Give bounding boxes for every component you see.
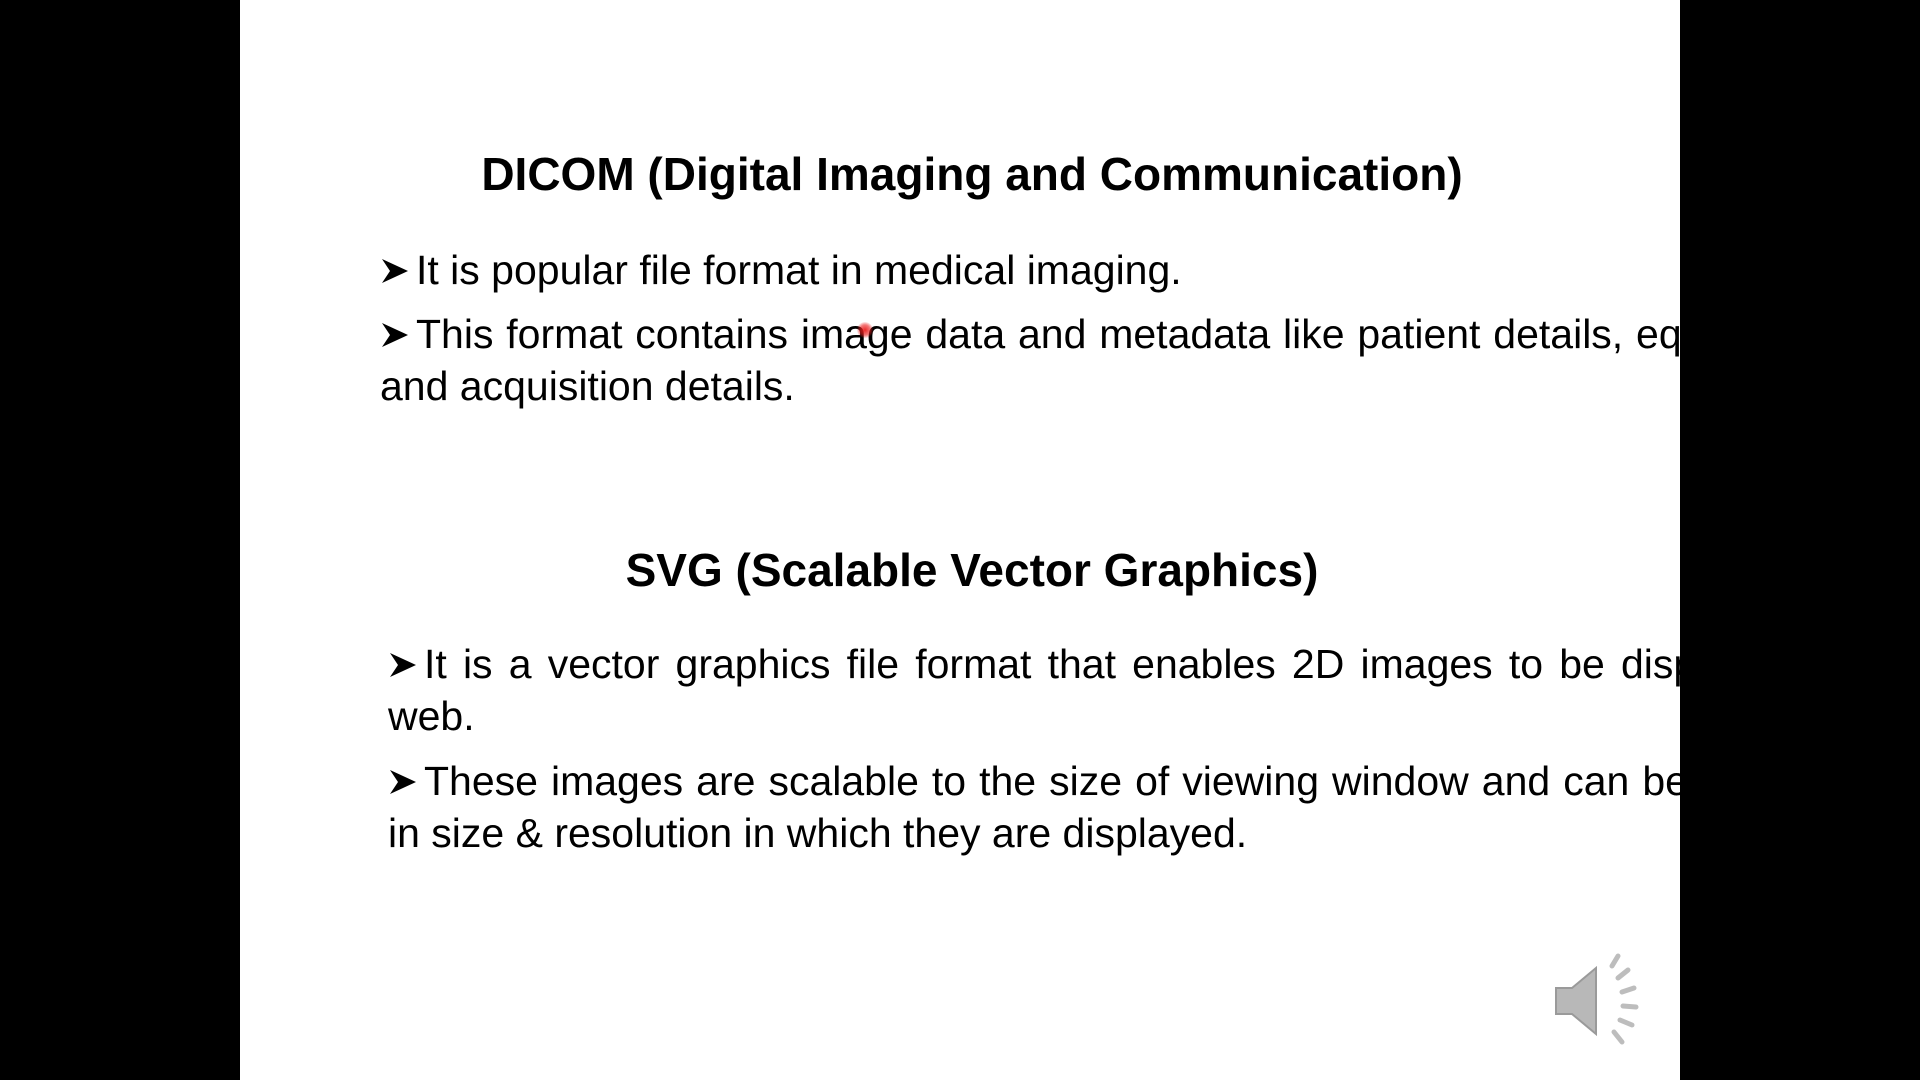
- arrowhead-bullet-icon: [388, 755, 424, 807]
- presentation-slide: DICOM (Digital Imaging and Communication…: [240, 0, 1856, 1080]
- speaker-icon[interactable]: [1548, 952, 1648, 1052]
- video-frame: DICOM (Digital Imaging and Communication…: [0, 0, 1920, 1080]
- bullet-item: This format contains image data and meta…: [380, 308, 1848, 412]
- bullet-item: It is popular file format in medical ima…: [380, 244, 1850, 296]
- laser-pointer-dot: [857, 322, 873, 338]
- bullet-text: It is popular file format in medical ima…: [416, 247, 1182, 293]
- arrowhead-bullet-icon: [388, 638, 424, 690]
- bullet-text: These images are scalable to the size of…: [388, 758, 1856, 856]
- bullet-text: It is a vector graphics file format that…: [388, 641, 1856, 739]
- arrowhead-bullet-icon: [380, 308, 416, 360]
- section-heading-svg: SVG (Scalable Vector Graphics): [625, 544, 1319, 596]
- bullet-item: It is a vector graphics file format that…: [388, 638, 1856, 742]
- section-heading-dicom: DICOM (Digital Imaging and Communication…: [481, 148, 1463, 200]
- bullet-item: These images are scalable to the size of…: [388, 755, 1856, 859]
- bullet-text: This format contains image data and meta…: [380, 311, 1848, 409]
- arrowhead-bullet-icon: [380, 244, 416, 296]
